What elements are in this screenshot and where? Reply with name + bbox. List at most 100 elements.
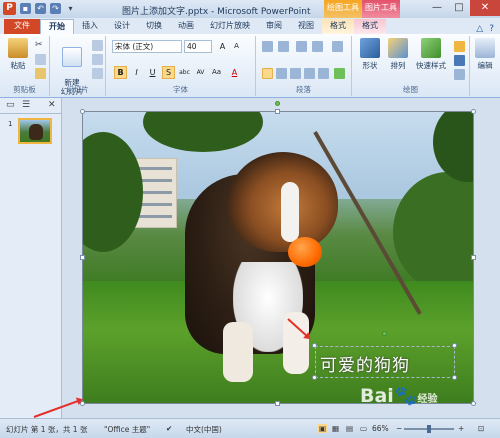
powerpoint-app-icon[interactable]: P <box>3 2 16 15</box>
redo-icon[interactable]: ↷ <box>50 3 61 14</box>
textbox-handle-sw[interactable] <box>312 375 317 380</box>
shapes-button[interactable]: 形状 <box>356 38 384 71</box>
align-center-icon[interactable] <box>276 68 287 79</box>
format-painter-icon[interactable] <box>35 68 46 79</box>
char-spacing-button[interactable]: AV <box>194 66 207 79</box>
italic-button[interactable]: I <box>130 66 143 79</box>
justify-icon[interactable] <box>304 68 315 79</box>
copy-icon[interactable] <box>35 54 46 65</box>
grow-font-button[interactable]: A <box>216 40 229 53</box>
textbox-rotate-handle[interactable] <box>382 331 387 336</box>
reading-view-icon[interactable]: ▤ <box>346 424 353 433</box>
slides-tab-icon[interactable]: ▭ <box>6 100 15 110</box>
save-icon[interactable]: ▪ <box>20 3 31 14</box>
resize-handle-nw[interactable] <box>80 109 85 114</box>
increase-indent-icon[interactable] <box>312 41 323 52</box>
resize-handle-ne[interactable] <box>471 109 476 114</box>
bullets-icon[interactable] <box>262 41 273 52</box>
shape-effects-icon[interactable] <box>454 69 465 80</box>
dog-leg <box>223 322 253 382</box>
slideshow-view-icon[interactable]: ▭ <box>360 424 367 433</box>
resize-handle-w[interactable] <box>80 255 85 260</box>
resize-handle-se[interactable] <box>471 401 476 406</box>
tab-transitions[interactable]: 切换 <box>138 19 170 34</box>
spellcheck-icon[interactable]: ✔ <box>166 424 172 433</box>
shape-outline-icon[interactable] <box>454 55 465 66</box>
tab-design[interactable]: 设计 <box>106 19 138 34</box>
tab-slideshow[interactable]: 幻灯片放映 <box>202 19 258 34</box>
resize-handle-e[interactable] <box>471 255 476 260</box>
columns-icon[interactable] <box>318 68 329 79</box>
zoom-slider-thumb[interactable] <box>427 425 431 433</box>
layout-icon[interactable] <box>92 40 103 51</box>
decrease-indent-icon[interactable] <box>296 41 307 52</box>
tab-view[interactable]: 视图 <box>290 19 322 34</box>
rotate-handle[interactable] <box>275 101 280 106</box>
ribbon: 粘贴 ✂ 剪贴板 新建 幻灯片 幻灯片 宋体 (正文) 40 A A B I U… <box>0 34 500 98</box>
reset-icon[interactable] <box>92 54 103 65</box>
textbox-handle-nw[interactable] <box>312 343 317 348</box>
zoom-level[interactable]: 66% <box>372 424 389 433</box>
quick-styles-button[interactable]: 快速样式 <box>412 38 450 71</box>
arrange-label: 排列 <box>390 61 406 70</box>
undo-icon[interactable]: ↶ <box>35 3 46 14</box>
shapes-label: 形状 <box>362 61 378 70</box>
help-icon[interactable]: ? <box>489 24 494 34</box>
normal-view-icon[interactable]: ▣ <box>318 424 328 433</box>
tab-review[interactable]: 审阅 <box>258 19 290 34</box>
bold-button[interactable]: B <box>114 66 127 79</box>
customize-qat-icon[interactable]: ▾ <box>65 3 76 14</box>
tab-drawing-format[interactable]: 格式 <box>322 19 354 34</box>
thumbnail-dog-image <box>29 124 43 140</box>
zoom-in-icon[interactable]: + <box>458 424 464 433</box>
zoom-out-icon[interactable]: − <box>396 424 402 433</box>
outline-tab-icon[interactable]: ☰ <box>22 100 30 110</box>
dog-blaze <box>281 182 299 242</box>
font-name-combo[interactable]: 宋体 (正文) <box>112 40 182 53</box>
maximize-button[interactable]: □ <box>448 0 470 16</box>
underline-button[interactable]: U <box>146 66 159 79</box>
minimize-ribbon-icon[interactable]: △ <box>476 24 483 34</box>
baidu-watermark: Bai🐾经验 <box>360 384 438 407</box>
zoom-slider[interactable] <box>404 425 454 433</box>
arrange-button[interactable]: 排列 <box>384 38 412 71</box>
language[interactable]: 中文(中国) <box>186 424 222 435</box>
tab-animations[interactable]: 动画 <box>170 19 202 34</box>
slide-caption-text[interactable]: 可爱的狗狗 <box>320 351 410 376</box>
paste-icon <box>8 38 28 58</box>
close-button[interactable]: ✕ <box>470 0 500 16</box>
section-icon[interactable] <box>92 68 103 79</box>
ribbon-tabs: 文件 开始 插入 设计 切换 动画 幻灯片放映 审阅 视图 格式 格式 △ ? <box>0 18 500 34</box>
fit-slide-icon[interactable]: ⊡ <box>478 424 484 433</box>
smartart-icon[interactable] <box>334 68 345 79</box>
tab-insert[interactable]: 插入 <box>74 19 106 34</box>
editing-button[interactable]: 编辑 <box>471 38 499 71</box>
align-left-icon[interactable] <box>262 68 273 79</box>
minimize-button[interactable]: — <box>426 0 448 16</box>
theme-name[interactable]: "Office 主题" <box>104 424 150 435</box>
shape-fill-icon[interactable] <box>454 41 465 52</box>
close-pane-icon[interactable]: ✕ <box>48 100 56 110</box>
paste-button[interactable]: 粘贴 <box>4 38 32 71</box>
cut-icon[interactable]: ✂ <box>35 40 46 51</box>
resize-handle-s[interactable] <box>275 401 280 406</box>
textbox-handle-se[interactable] <box>452 375 457 380</box>
resize-handle-n[interactable] <box>275 109 280 114</box>
quick-styles-label: 快速样式 <box>416 61 446 70</box>
font-size-combo[interactable]: 40 <box>184 40 212 53</box>
text-direction-icon[interactable] <box>332 41 343 52</box>
sorter-view-icon[interactable]: ▦ <box>332 424 339 433</box>
shrink-font-button[interactable]: A <box>230 40 243 53</box>
tab-file[interactable]: 文件 <box>4 19 40 34</box>
quick-styles-icon <box>421 38 441 58</box>
strike-button[interactable]: S <box>162 66 175 79</box>
slide-thumbnail[interactable] <box>18 118 52 144</box>
numbering-icon[interactable] <box>278 41 289 52</box>
tab-picture-format[interactable]: 格式 <box>354 19 386 34</box>
tab-home[interactable]: 开始 <box>40 19 74 34</box>
align-right-icon[interactable] <box>290 68 301 79</box>
font-color-button[interactable]: A <box>228 66 241 79</box>
change-case-button[interactable]: Aa <box>210 66 223 79</box>
shadow-button[interactable]: abc <box>178 66 191 79</box>
textbox-handle-ne[interactable] <box>452 343 457 348</box>
